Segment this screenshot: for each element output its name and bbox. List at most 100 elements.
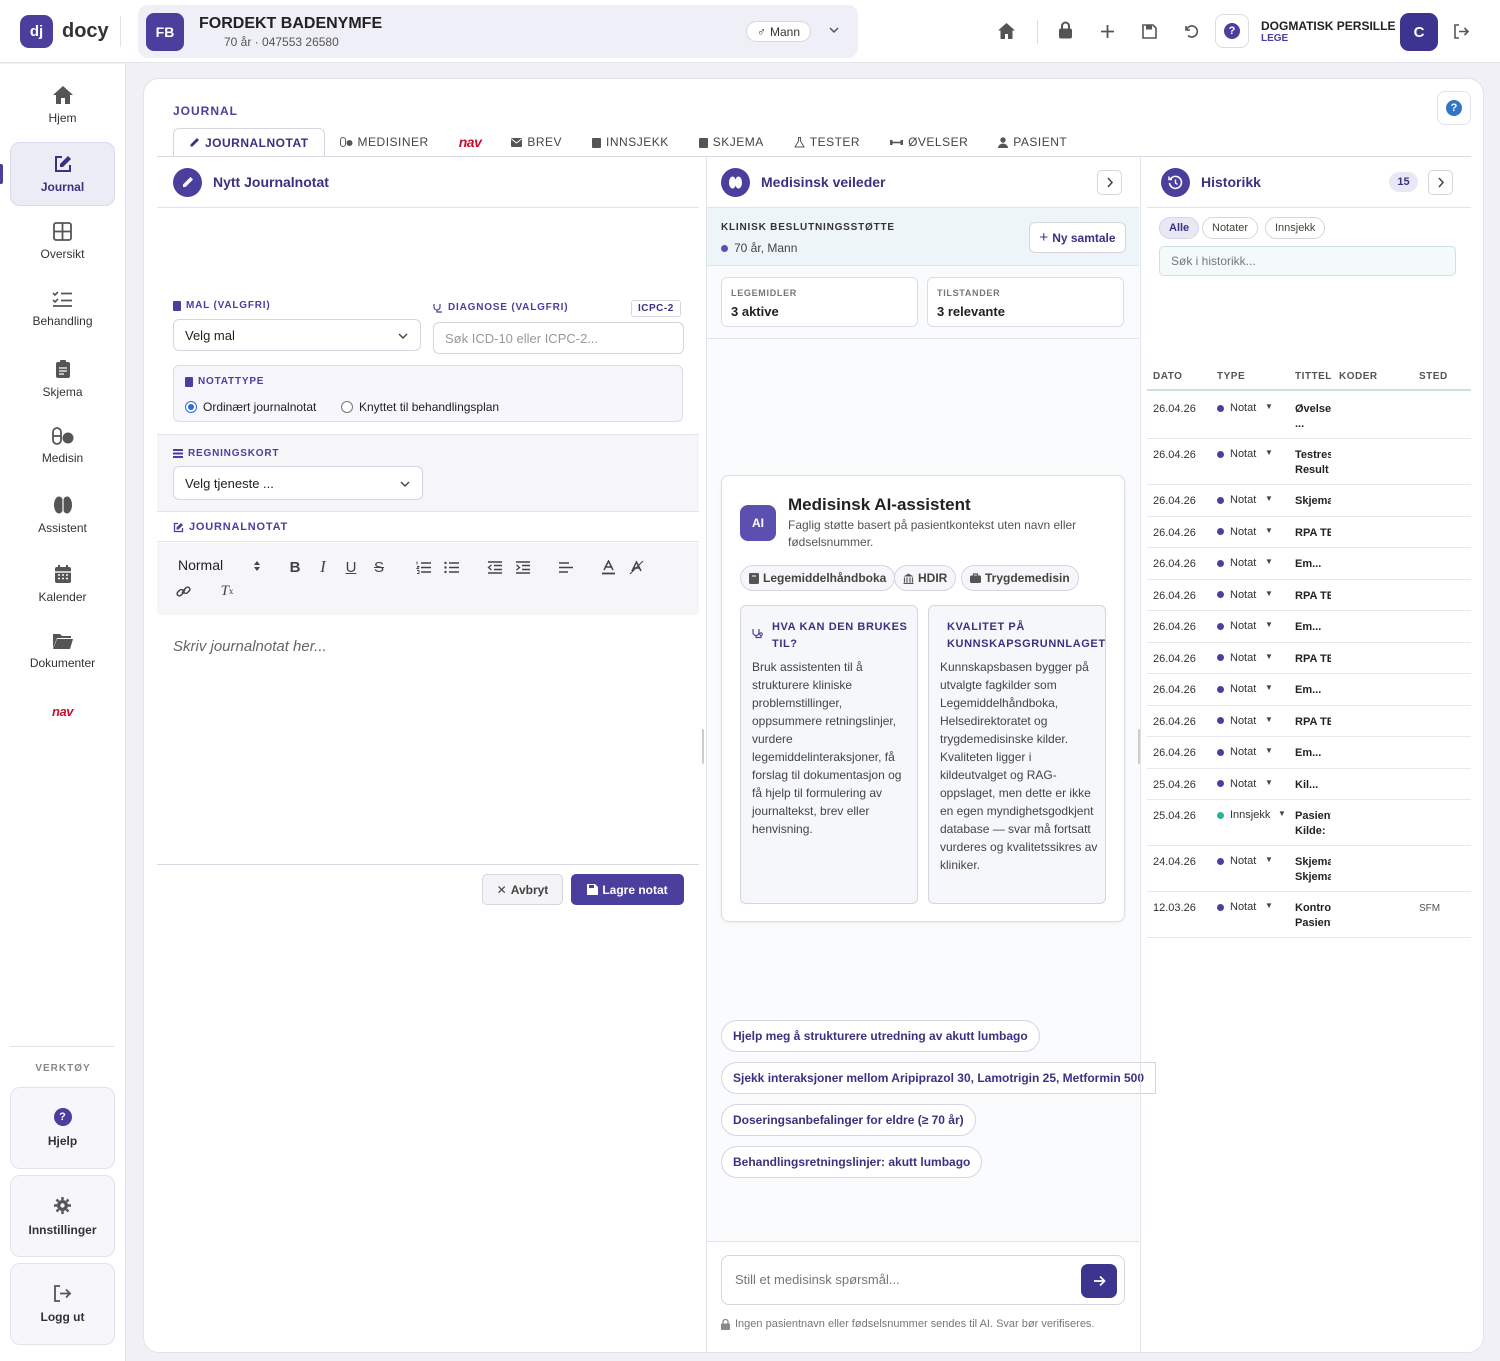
table-row[interactable]: 26.04.26 Notat ▼ RPA TEST bbox=[1147, 706, 1471, 737]
tab-journalnotat[interactable]: JOURNALNOTAT bbox=[173, 128, 325, 156]
caret-down-icon[interactable]: ▼ bbox=[1278, 809, 1286, 818]
tab-innsjekk[interactable]: INNSJEKK bbox=[577, 128, 684, 156]
outdent-button[interactable] bbox=[484, 557, 504, 577]
user-avatar[interactable]: C bbox=[1400, 13, 1438, 51]
logout-button[interactable]: Logg ut bbox=[10, 1263, 115, 1345]
tab-pasient[interactable]: PASIENT bbox=[983, 128, 1082, 156]
tab-brev[interactable]: BREV bbox=[496, 128, 577, 156]
table-row[interactable]: 12.03.26 Notat ▼ Kontroll Pasient SFM bbox=[1147, 892, 1471, 938]
ordered-list-button[interactable] bbox=[413, 557, 433, 577]
home-icon[interactable] bbox=[997, 22, 1016, 40]
caret-down-icon[interactable]: ▼ bbox=[1265, 652, 1273, 661]
bold-button[interactable]: B bbox=[285, 557, 305, 577]
suggestion-chip[interactable]: Doseringsanbefalinger for eldre (≥ 70 år… bbox=[721, 1104, 976, 1136]
sidebar-item-form[interactable]: Skjema bbox=[10, 348, 115, 412]
sidebar-item-assistant[interactable]: Assistent bbox=[10, 484, 115, 548]
radio-button[interactable] bbox=[185, 401, 197, 413]
link-button[interactable] bbox=[173, 581, 193, 601]
align-button[interactable] bbox=[555, 557, 575, 577]
journal-note-editor[interactable]: Skriv journalnotat her... bbox=[157, 615, 699, 865]
source-chip-legemiddelhandboka[interactable]: Legemiddelhåndboka bbox=[740, 565, 896, 591]
caret-down-icon[interactable]: ▼ bbox=[1265, 448, 1273, 457]
stat-card-medications[interactable]: LEGEMIDLER 3 aktive bbox=[721, 277, 918, 327]
table-row[interactable]: 26.04.26 Notat ▼ Em... bbox=[1147, 737, 1471, 769]
table-row[interactable]: 26.04.26 Notat ▼ RPA TEST bbox=[1147, 643, 1471, 674]
table-row[interactable]: 26.04.26 Notat ▼ Skjema bbox=[1147, 485, 1471, 517]
caret-down-icon[interactable]: ▼ bbox=[1265, 715, 1273, 724]
filter-all[interactable]: Alle bbox=[1159, 217, 1200, 239]
caret-down-icon[interactable]: ▼ bbox=[1265, 402, 1273, 411]
tab-medisiner[interactable]: MEDISINER bbox=[325, 128, 444, 156]
resize-handle[interactable] bbox=[1138, 729, 1140, 764]
table-row[interactable]: 26.04.26 Notat ▼ Øvelse... bbox=[1147, 393, 1471, 439]
tab-nav[interactable]: nav bbox=[444, 128, 497, 156]
caret-down-icon[interactable]: ▼ bbox=[1265, 589, 1273, 598]
table-row[interactable]: 26.04.26 Notat ▼ Em... bbox=[1147, 611, 1471, 643]
tab-tester[interactable]: TESTER bbox=[779, 128, 875, 156]
help-button[interactable]: ? Hjelp bbox=[10, 1087, 115, 1169]
logout-icon[interactable] bbox=[1453, 24, 1469, 39]
save-note-button[interactable]: Lagre notat bbox=[571, 874, 684, 905]
history-search-input[interactable]: Søk i historikk... bbox=[1159, 246, 1456, 276]
caret-down-icon[interactable]: ▼ bbox=[1265, 778, 1273, 787]
table-row[interactable]: 26.04.26 Notat ▼ Testresultat Result bbox=[1147, 439, 1471, 485]
strikethrough-button[interactable]: S bbox=[369, 557, 389, 577]
caret-down-icon[interactable]: ▼ bbox=[1265, 855, 1273, 864]
table-row[interactable]: 25.04.26 Innsjekk ▼ Pasient Kilde: bbox=[1147, 800, 1471, 846]
format-select[interactable]: Normal bbox=[178, 557, 223, 573]
sidebar-item-calendar[interactable]: Kalender bbox=[10, 553, 115, 617]
cancel-button[interactable]: ✕ Avbryt bbox=[482, 874, 563, 905]
icpc-badge[interactable]: ICPC-2 bbox=[631, 300, 681, 317]
radio-treatment-plan[interactable]: Knyttet til behandlingsplan bbox=[341, 400, 499, 414]
table-row[interactable]: 25.04.26 Notat ▼ Kil... bbox=[1147, 769, 1471, 800]
table-row[interactable]: 24.04.26 Notat ▼ Skjema Skjema bbox=[1147, 846, 1471, 892]
clear-format-button[interactable]: Tx bbox=[217, 581, 237, 601]
radio-ordinary[interactable]: Ordinært journalnotat bbox=[185, 400, 316, 414]
caret-down-icon[interactable]: ▼ bbox=[1265, 557, 1273, 566]
radio-button[interactable] bbox=[341, 401, 353, 413]
text-color-button[interactable] bbox=[598, 557, 618, 577]
tab-ovelser[interactable]: ØVELSER bbox=[875, 128, 983, 156]
template-select[interactable]: Velg mal bbox=[173, 319, 421, 351]
help-button[interactable]: ? bbox=[1215, 14, 1249, 48]
caret-down-icon[interactable]: ▼ bbox=[1265, 683, 1273, 692]
stat-card-conditions[interactable]: TILSTANDER 3 relevante bbox=[927, 277, 1124, 327]
new-conversation-button[interactable]: + Ny samtale bbox=[1029, 222, 1126, 253]
sidebar-item-documents[interactable]: Dokumenter bbox=[10, 621, 115, 685]
filter-notes[interactable]: Notater bbox=[1202, 217, 1259, 239]
sidebar-item-overview[interactable]: Oversikt bbox=[10, 211, 115, 275]
source-chip-trygdemedisin[interactable]: Trygdemedisin bbox=[961, 565, 1079, 591]
caret-down-icon[interactable]: ▼ bbox=[1265, 494, 1273, 503]
table-row[interactable]: 26.04.26 Notat ▼ Em... bbox=[1147, 548, 1471, 580]
service-select[interactable]: Velg tjeneste ... bbox=[173, 466, 423, 500]
table-row[interactable]: 26.04.26 Notat ▼ Em... bbox=[1147, 674, 1471, 706]
sidebar-item-journal[interactable]: Journal bbox=[10, 142, 115, 206]
save-icon[interactable] bbox=[1142, 24, 1157, 39]
table-row[interactable]: 26.04.26 Notat ▼ RPA TEST bbox=[1147, 580, 1471, 611]
sidebar-item-home[interactable]: Hjem bbox=[10, 74, 115, 138]
sidebar-item-medicine[interactable]: Medisin bbox=[10, 416, 115, 480]
bullet-list-button[interactable] bbox=[441, 557, 461, 577]
resize-handle[interactable] bbox=[702, 729, 704, 764]
send-button[interactable] bbox=[1081, 1264, 1117, 1298]
expand-button[interactable] bbox=[1097, 170, 1122, 195]
plus-icon[interactable] bbox=[1100, 24, 1115, 39]
caret-down-icon[interactable]: ▼ bbox=[1265, 526, 1273, 535]
caret-down-icon[interactable]: ▼ bbox=[1265, 746, 1273, 755]
suggestion-chip[interactable]: Behandlingsretningslinjer: akutt lumbago bbox=[721, 1146, 983, 1178]
chevron-down-icon[interactable] bbox=[828, 24, 840, 36]
table-row[interactable]: 26.04.26 Notat ▼ RPA TEST bbox=[1147, 517, 1471, 548]
patient-card[interactable]: FB FORDEKT BADENYMFE 70 år · 047553 2658… bbox=[138, 5, 858, 58]
source-chip-hdir[interactable]: HDIR bbox=[894, 565, 957, 591]
caret-down-icon[interactable]: ▼ bbox=[1265, 901, 1273, 910]
sidebar-item-nav[interactable]: nav bbox=[10, 693, 115, 737]
settings-button[interactable]: Innstillinger bbox=[10, 1175, 115, 1257]
help-button[interactable]: ? bbox=[1437, 91, 1471, 125]
background-color-button[interactable] bbox=[626, 557, 646, 577]
diagnosis-search-input[interactable]: Søk ICD-10 eller ICPC-2... bbox=[433, 322, 684, 354]
indent-button[interactable] bbox=[512, 557, 532, 577]
expand-button[interactable] bbox=[1428, 170, 1453, 195]
suggestion-chip[interactable]: Sjekk interaksjoner mellom Aripiprazol 3… bbox=[721, 1062, 1157, 1094]
sidebar-item-treatment[interactable]: Behandling bbox=[10, 279, 115, 343]
tab-skjema[interactable]: SKJEMA bbox=[684, 128, 779, 156]
